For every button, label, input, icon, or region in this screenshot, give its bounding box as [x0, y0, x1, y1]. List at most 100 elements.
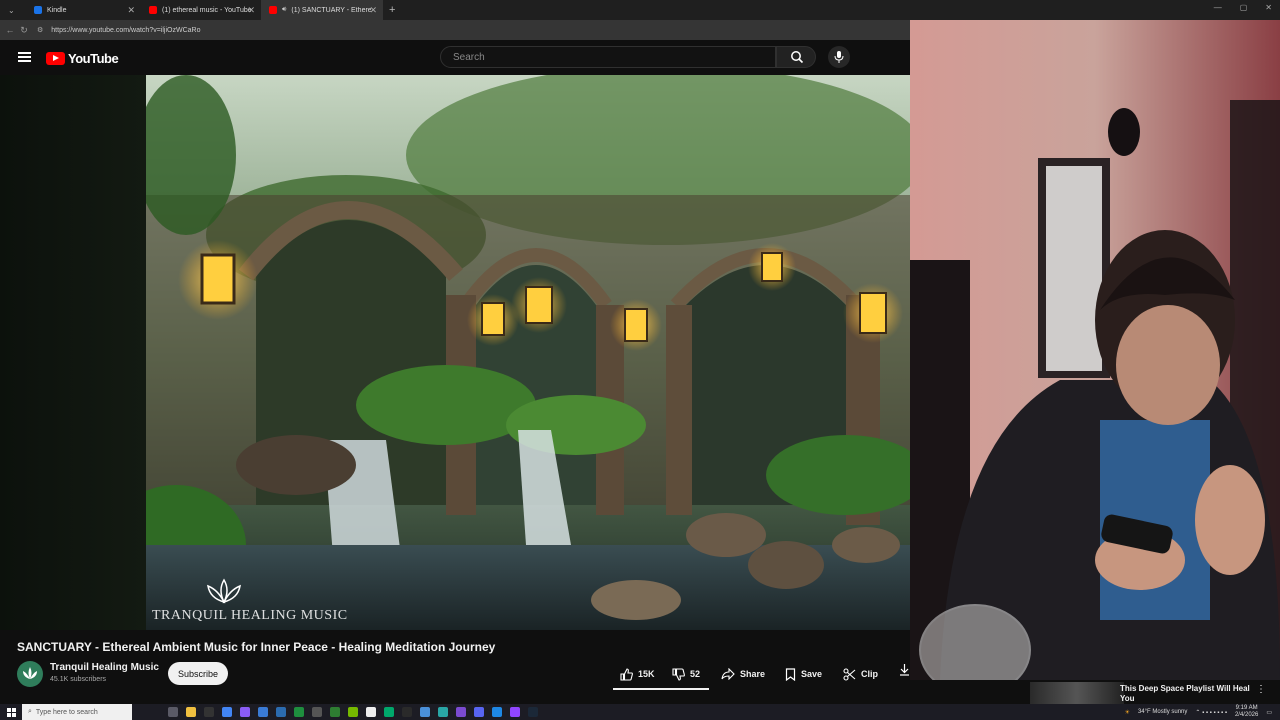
app-icon[interactable] — [258, 707, 268, 717]
weather-icon: ☀ — [1124, 709, 1130, 716]
voice-search-button[interactable] — [828, 46, 850, 68]
microphone-icon — [834, 51, 844, 63]
discord-icon[interactable] — [474, 707, 484, 717]
close-tab-icon[interactable]: ✕ — [127, 5, 135, 16]
like-ratio-bar — [613, 688, 709, 690]
youtube-logo[interactable]: YouTube — [46, 51, 119, 66]
webcam-image — [910, 20, 1280, 680]
taskbar-apps — [168, 707, 538, 717]
app-icon[interactable] — [204, 707, 214, 717]
tab-label: (1) ethereal music - YouTube — [162, 6, 252, 14]
subscriber-count: 45.1K subscribers — [50, 676, 107, 683]
app-icon[interactable] — [492, 707, 502, 717]
menu-icon[interactable] — [18, 52, 31, 62]
app-icon[interactable] — [330, 707, 340, 717]
nvidia-icon[interactable] — [348, 707, 358, 717]
tab-label: Kindle — [47, 6, 67, 14]
download-icon — [900, 664, 909, 676]
kindle-favicon-icon — [34, 6, 42, 14]
app-icon[interactable] — [240, 707, 250, 717]
tab-ethereal-music[interactable]: (1) ethereal music - YouTube ✕ — [141, 0, 261, 20]
notification-icon[interactable]: ▭ — [1266, 709, 1272, 716]
clock[interactable]: 9:19 AM 2/4/2026 — [1235, 705, 1258, 719]
app-icon[interactable] — [384, 707, 394, 717]
browser-tab-strip: ⌄ Kindle ✕ (1) ethereal music - YouTube … — [0, 0, 1280, 20]
search-input[interactable] — [451, 51, 755, 64]
video-player[interactable]: TRANQUIL HEALING MUSIC — [146, 75, 910, 630]
scissors-icon — [843, 667, 856, 681]
maximize-icon[interactable]: ▢ — [1240, 3, 1248, 12]
subscribe-button[interactable]: Subscribe — [168, 662, 228, 685]
windows-logo-icon — [6, 707, 16, 717]
new-tab-button[interactable]: + — [383, 4, 401, 16]
site-info-icon[interactable]: ⚙ — [37, 26, 43, 34]
video-frame-image — [146, 75, 910, 630]
twitch-icon[interactable] — [510, 707, 520, 717]
save-label: Save — [801, 669, 823, 679]
search-icon: ⌕ — [28, 708, 32, 715]
app-icon[interactable] — [402, 707, 412, 717]
steam-icon[interactable] — [528, 707, 538, 717]
youtube-favicon-icon — [149, 6, 157, 14]
video-letterbox — [0, 75, 146, 630]
recommended-video[interactable]: This Deep Space Playlist Will Heal You ⋮ — [1010, 680, 1280, 704]
youtube-favicon-icon — [269, 6, 277, 14]
app-icon[interactable] — [294, 707, 304, 717]
lotus-avatar-icon — [23, 667, 37, 679]
chevron-down-icon: ⌄ — [8, 5, 15, 15]
recommended-thumbnail — [1030, 682, 1124, 704]
reload-icon[interactable]: ↻ — [17, 25, 31, 36]
save-button[interactable]: Save — [785, 663, 822, 685]
app-icon[interactable] — [366, 707, 376, 717]
channel-name[interactable]: Tranquil Healing Music — [50, 662, 159, 673]
taskbar-search[interactable]: ⌕ Type here to search — [22, 704, 132, 720]
search-button[interactable] — [776, 46, 816, 68]
tab-list-button[interactable]: ⌄ — [0, 0, 26, 20]
clip-button[interactable]: Clip — [843, 663, 878, 685]
close-tab-icon[interactable]: ✕ — [247, 5, 255, 16]
app-icon[interactable] — [312, 707, 322, 717]
app-icon[interactable] — [276, 707, 286, 717]
weather-text[interactable]: 34°F Mostly sunny — [1138, 709, 1187, 715]
logo-text: YouTube — [68, 51, 119, 66]
dislike-button[interactable]: 52 — [672, 663, 700, 685]
youtube-header: YouTube — [0, 40, 910, 75]
channel-watermark: TRANQUIL HEALING MUSIC — [152, 608, 348, 623]
like-count: 15K — [638, 669, 655, 679]
share-icon — [721, 668, 735, 680]
tray-icons[interactable]: ⌃ ▪ ▪ ▪ ▪ ▪ ▪ ▪ — [1195, 709, 1227, 716]
chrome-icon[interactable] — [222, 707, 232, 717]
tab-sanctuary[interactable]: 🔊︎ (1) SANCTUARY - Ethereal Ar ✕ — [261, 0, 383, 20]
like-button[interactable]: 15K — [620, 663, 655, 685]
youtube-play-icon — [46, 52, 65, 65]
url-field[interactable]: https://www.youtube.com/watch?v=iljiOzWC… — [51, 27, 200, 34]
lotus-logo-icon — [207, 578, 241, 604]
recommended-title: This Deep Space Playlist Will Heal You — [1120, 684, 1250, 703]
bookmark-icon — [785, 667, 796, 681]
app-icon[interactable] — [438, 707, 448, 717]
window-controls: — ▢ ✕ — [1214, 3, 1272, 12]
webcam-feed — [910, 20, 1280, 680]
share-label: Share — [740, 669, 766, 679]
close-tab-icon[interactable]: ✕ — [369, 5, 377, 16]
thumbs-up-icon — [620, 667, 633, 681]
app-icon[interactable] — [456, 707, 466, 717]
clip-label: Clip — [861, 669, 878, 679]
file-explorer-icon[interactable] — [186, 707, 196, 717]
app-icon[interactable] — [420, 707, 430, 717]
download-button[interactable] — [899, 663, 910, 676]
search-box — [440, 46, 776, 68]
dislike-count: 52 — [690, 669, 701, 679]
taskbar-search-placeholder: Type here to search — [35, 708, 98, 716]
start-button[interactable] — [0, 707, 22, 717]
tab-kindle[interactable]: Kindle ✕ — [26, 0, 141, 20]
task-view-icon[interactable] — [168, 707, 178, 717]
clock-time: 9:19 AM — [1235, 705, 1258, 711]
close-window-icon[interactable]: ✕ — [1265, 3, 1272, 12]
share-button[interactable]: Share — [721, 663, 765, 685]
system-tray: ☀ 34°F Mostly sunny ⌃ ▪ ▪ ▪ ▪ ▪ ▪ ▪ 9:19… — [1125, 704, 1272, 720]
back-icon[interactable]: ← — [3, 25, 17, 35]
minimize-icon[interactable]: — — [1214, 3, 1222, 12]
channel-avatar[interactable] — [17, 661, 43, 687]
more-options-icon[interactable]: ⋮ — [1256, 684, 1266, 695]
